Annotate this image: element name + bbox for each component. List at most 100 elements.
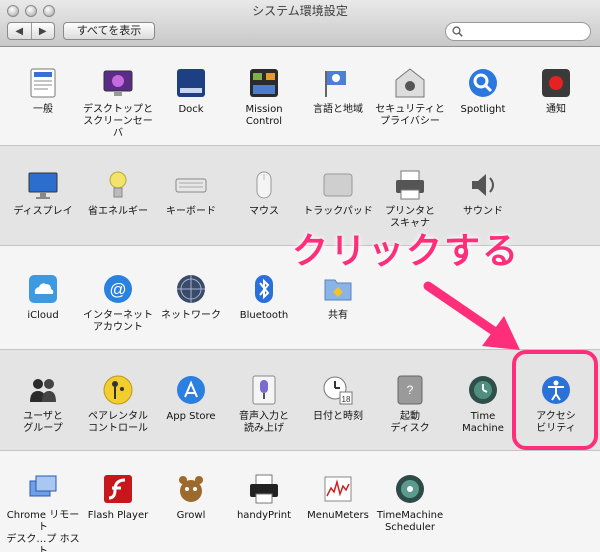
display-icon [28,172,58,199]
app-store-icon [177,376,205,404]
pref-pane-users-groups[interactable]: ユーザと グループ [5,373,81,435]
pref-pane-label: トラックパッド [303,206,373,217]
startup-disk-icon: ? [397,375,423,405]
pref-pane-label: マウス [249,206,279,217]
dock-icon [177,69,205,97]
users-groups-icon [30,379,56,402]
mouse-icon [256,171,272,199]
svg-text:@: @ [109,280,126,299]
pref-pane-sound[interactable]: サウンド [445,168,521,218]
pref-pane-label: Mission Control [245,104,283,127]
pref-pane-label: 日付と時刻 [313,411,363,422]
pref-pane-label: ユーザと グループ [23,411,63,434]
pref-pane-label: ペアレンタル コントロール [88,411,148,434]
pref-pane-mission-control[interactable]: Mission Control [226,66,302,128]
pref-pane-security-privacy[interactable]: セキュリティと プライバシー [372,66,448,128]
pref-pane-mouse[interactable]: マウス [226,168,302,218]
window-title: システム環境設定 [252,4,348,18]
search-field[interactable] [445,22,591,41]
keyboard-icon [175,178,207,193]
pref-pane-label: Dock [178,104,204,115]
back-forward-group: ◀ ▶ [7,22,55,40]
pref-pane-chrome-remote-desktop[interactable]: Chrome リモート デスク…プ ホスト [5,472,81,552]
search-icon [452,26,463,37]
pref-pane-dock[interactable]: Dock [153,66,229,116]
pref-pane-label: サウンド [463,206,503,217]
pref-pane-startup-disk[interactable]: ? 起動 ディスク [372,373,448,435]
system-preferences-window: システム環境設定 ◀ ▶ すべてを表示 一般 デスクトップと スクリーンセーバ Do… [0,0,600,552]
forward-button[interactable]: ▶ [30,23,55,39]
svg-text:18: 18 [342,395,351,404]
pref-pane-bluetooth[interactable]: Bluetooth [226,272,302,322]
pref-pane-printer-scanner[interactable]: プリンタと スキャナ [372,168,448,230]
pref-pane-network[interactable]: ネットワーク [153,272,229,322]
pref-pane-dictation-speech[interactable]: 音声入力と 読み上げ [226,373,302,435]
pref-pane-display[interactable]: ディスプレイ [5,168,81,218]
pref-pane-label: 起動 ディスク [390,411,430,434]
spotlight-icon [469,69,497,97]
pref-pane-label: Flash Player [87,510,149,521]
pref-pane-label: Bluetooth [239,310,289,321]
pref-pane-label: handyPrint [236,510,292,521]
pref-pane-icloud[interactable]: iCloud [5,272,81,322]
dictation-speech-icon [252,375,276,405]
pref-pane-label: セキュリティと プライバシー [375,104,445,127]
pref-pane-language-region[interactable]: 言語と地域 [300,66,376,116]
general-icon [30,68,56,98]
pref-pane-handyprint[interactable]: handyPrint [226,472,302,522]
timemachine-scheduler-icon [396,475,424,503]
language-region-icon [325,71,346,97]
pref-pane-timemachine-scheduler[interactable]: TimeMachine Scheduler [372,472,448,534]
back-button[interactable]: ◀ [8,23,31,39]
notifications-icon [542,69,570,97]
pref-pane-energy-saver[interactable]: 省エネルギー [80,168,156,218]
pref-pane-desktop-screensaver[interactable]: デスクトップと スクリーンセーバ [80,66,156,140]
arrow-pointer-icon [423,281,520,350]
annotation-click-text: クリックする [292,231,521,272]
icloud-icon [29,275,57,303]
pref-pane-label: 音声入力と 読み上げ [239,411,289,434]
pref-pane-label: 通知 [546,104,566,115]
title-bar: システム環境設定 ◀ ▶ すべてを表示 [0,0,600,47]
pref-pane-notifications[interactable]: 通知 [518,66,594,116]
pref-pane-label: ネットワーク [161,310,221,321]
pref-pane-label: Spotlight [460,104,506,115]
pref-pane-menumeters[interactable]: MenuMeters [300,472,376,522]
pref-pane-keyboard[interactable]: キーボード [153,168,229,218]
pref-pane-internet-accounts[interactable]: @ インターネット アカウント [80,272,156,334]
pref-pane-label: ディスプレイ [13,206,73,217]
date-time-icon: 18 [323,376,353,405]
desktop-screensaver-icon [103,70,133,96]
pref-pane-parental-controls[interactable]: ペアレンタル コントロール [80,373,156,435]
security-privacy-icon [395,68,425,98]
pref-pane-label: Growl [176,510,206,521]
pref-pane-label: App Store [166,411,216,422]
pref-pane-date-time[interactable]: 18 日付と時刻 [300,373,376,423]
menumeters-icon [324,476,352,502]
pref-pane-growl[interactable]: Growl [153,472,229,522]
time-machine-icon [469,376,497,404]
pref-pane-label: キーボード [166,206,216,217]
growl-icon [179,476,203,502]
pref-pane-app-store[interactable]: App Store [153,373,229,423]
pref-pane-trackpad[interactable]: トラックパッド [300,168,376,218]
pref-pane-time-machine[interactable]: Time Machine [445,373,521,435]
pref-pane-spotlight[interactable]: Spotlight [445,66,521,116]
pref-pane-flash-player[interactable]: Flash Player [80,472,156,522]
pref-pane-general[interactable]: 一般 [5,66,81,116]
pref-pane-label: Chrome リモート デスク…プ ホスト [6,510,80,552]
pref-pane-label: インターネット アカウント [83,310,153,333]
pref-pane-label: 一般 [33,104,53,115]
sound-icon [472,174,494,196]
pref-pane-sharing[interactable]: 共有 [300,272,376,322]
mission-control-icon [250,69,278,97]
pref-pane-label: Time Machine [462,411,504,434]
pref-pane-label: デスクトップと スクリーンセーバ [83,104,153,139]
sharing-icon [324,279,352,301]
printer-scanner-icon [396,170,424,200]
handyprint-icon [250,474,278,504]
search-input[interactable] [466,24,584,39]
show-all-button[interactable]: すべてを表示 [63,22,155,40]
energy-saver-icon [109,171,127,198]
pref-pane-label: 共有 [328,310,348,321]
